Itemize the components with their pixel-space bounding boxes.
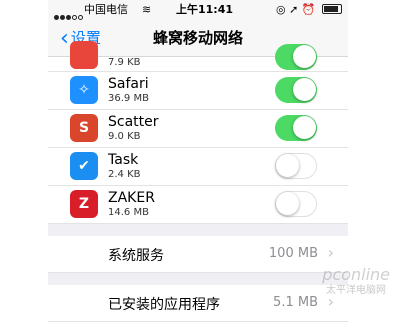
app-name: Task [108, 152, 139, 168]
app-size: 2.4 KB [108, 169, 141, 180]
app-name: Scatter [108, 114, 159, 130]
setting-value: 100 MB [268, 246, 318, 261]
list-item: ✔ Task 2.4 KB [48, 148, 348, 186]
checkmark-icon: ✔ [70, 152, 98, 180]
app-name: ZAKER [108, 190, 155, 206]
list-item: ✧ Safari 36.9 MB [48, 72, 348, 110]
status-right-icons: ◎ ➚ ⏰ [276, 0, 342, 20]
list-item: 7.9 KB [48, 41, 348, 72]
section-gap [48, 224, 348, 236]
toggle-knob [276, 154, 299, 177]
status-time: 上午11:41 [176, 3, 234, 16]
scatter-icon: S [70, 114, 98, 142]
setting-label: 已安装的应用程序 [108, 297, 220, 313]
compass-glyph: ✧ [78, 82, 90, 98]
cellular-toggle[interactable] [275, 115, 317, 141]
app-size: 9.0 KB [108, 131, 141, 142]
cellular-toggle[interactable] [275, 153, 317, 179]
app-name: Safari [108, 76, 149, 92]
system-services-row[interactable]: 系统服务 100 MB › [48, 236, 348, 273]
scatter-glyph: S [78, 120, 90, 136]
compass-icon: ✧ [70, 76, 98, 104]
setting-label: 系统服务 [108, 248, 164, 264]
wifi-icon: ≋ [142, 3, 152, 16]
section-gap [48, 273, 348, 285]
carrier-name: 中国电信 [84, 3, 128, 16]
watermark-subtext: 太平洋电脑网 [326, 285, 386, 296]
setting-value: 5.1 MB [273, 295, 318, 310]
checkmark-glyph: ✔ [78, 158, 90, 174]
phone-screen: 中国电信 ≋ 上午11:41 ◎ ➚ ⏰ ‹ 设置 蜂窝移动网络 7.9 KB ✧… [48, 0, 348, 322]
toggle-knob [293, 78, 316, 101]
app-size: 7.9 KB [108, 57, 141, 68]
zaker-glyph: Z [78, 196, 90, 212]
cellular-toggle[interactable] [275, 44, 317, 70]
zaker-icon: Z [70, 190, 98, 218]
app-size: 36.9 MB [108, 93, 149, 104]
chevron-right-icon: › [327, 243, 334, 262]
app-data-list: 7.9 KB ✧ Safari 36.9 MB S Scatter 9.0 KB… [48, 41, 348, 322]
list-item: S Scatter 9.0 KB [48, 110, 348, 148]
installed-apps-row[interactable]: 已安装的应用程序 5.1 MB › [48, 285, 348, 322]
list-item: Z ZAKER 14.6 MB [48, 186, 348, 224]
cellular-toggle[interactable] [275, 77, 317, 103]
status-icons: ◎ ➚ ⏰ [275, 3, 316, 16]
toggle-knob [276, 192, 299, 215]
app-icon-red [70, 41, 98, 69]
toggle-knob [293, 116, 316, 139]
app-size: 14.6 MB [108, 207, 149, 218]
battery-icon [322, 4, 342, 14]
status-bar: 中国电信 ≋ 上午11:41 ◎ ➚ ⏰ [48, 0, 348, 20]
cellular-toggle[interactable] [275, 191, 317, 217]
toggle-knob [293, 45, 316, 68]
